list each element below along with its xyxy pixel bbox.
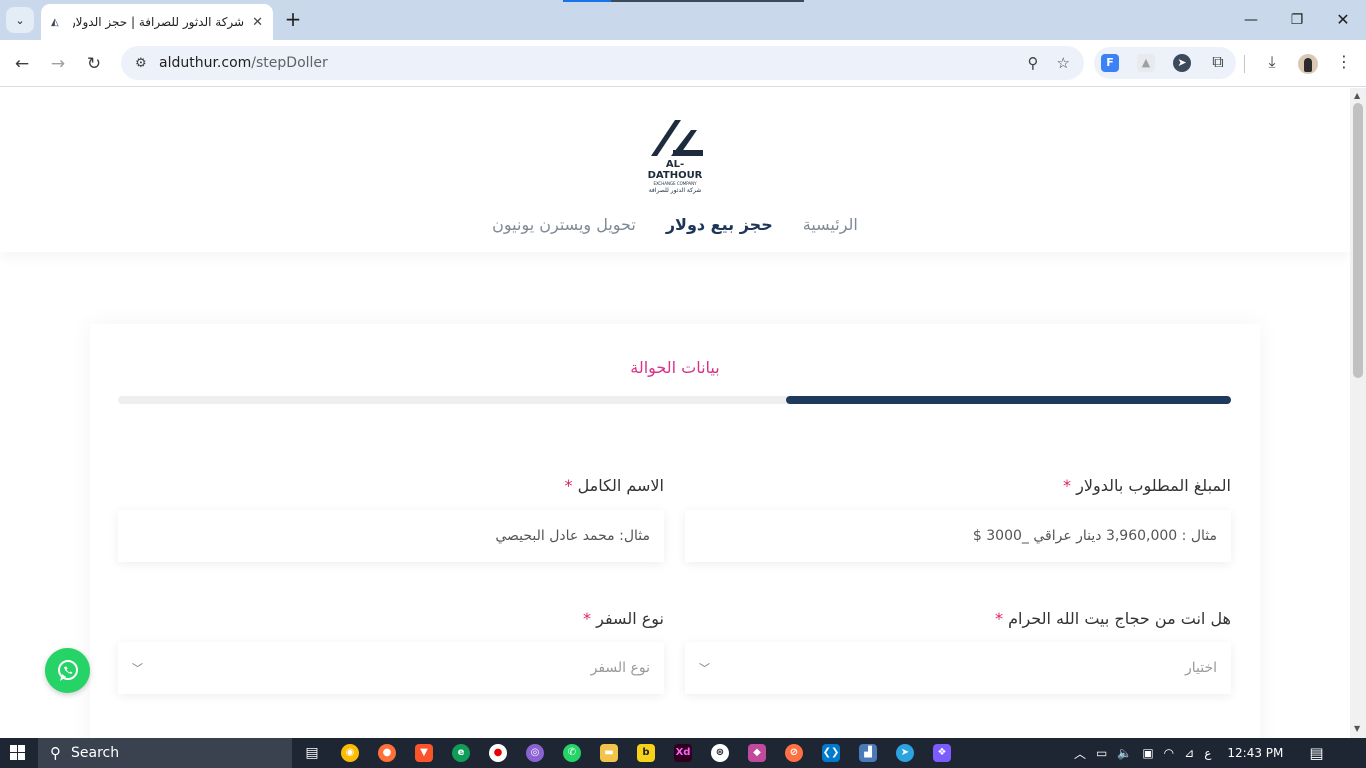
chevron-down-icon: ⌄ (15, 13, 25, 27)
chevron-up-icon[interactable]: ︿ (1074, 745, 1086, 762)
telegram-icon[interactable]: ➤ (896, 744, 914, 762)
chevron-down-icon: ﹀ (132, 662, 143, 675)
copilot-icon[interactable]: ❖ (933, 744, 951, 762)
logo-mark-icon (651, 120, 703, 156)
whatsapp-button[interactable] (45, 648, 90, 693)
new-tab-button[interactable]: + (282, 8, 304, 32)
download-icon[interactable]: ⤓ (1261, 50, 1283, 74)
nav-item-western-union[interactable]: تحويل ويسترن يونيون (492, 212, 636, 242)
scrollbar-thumb[interactable] (1353, 103, 1363, 378)
tab-search-button[interactable]: ⌄ (6, 7, 34, 33)
task-view-icon[interactable]: ▤ (303, 744, 321, 762)
firefox-icon[interactable]: ● (378, 744, 396, 762)
tab-title: شركة الدثور للصرافة | حجز الدولار (73, 15, 245, 29)
main-nav: الرئيسية حجز بيع دولار تحويل ويسترن يوني… (0, 212, 1350, 242)
full-name-input[interactable]: مثال: محمد عادل البحيصي (118, 510, 664, 562)
language-indicator[interactable]: ع (1204, 746, 1211, 760)
adobe-xd-icon[interactable]: Xd (674, 744, 692, 762)
profile-avatar[interactable] (1298, 54, 1318, 74)
scroll-up-icon[interactable]: ▲ (1354, 91, 1360, 100)
zoom-icon[interactable]: ⚲ (1028, 54, 1039, 72)
site-settings-icon[interactable]: ⚙ (135, 56, 157, 71)
taskbar-search[interactable]: ⚲ Search (38, 738, 292, 768)
bing-icon[interactable]: b (637, 744, 655, 762)
step-progress-bar (118, 396, 1231, 404)
close-window-button[interactable]: ✕ (1327, 6, 1359, 34)
minimize-button[interactable]: — (1235, 6, 1267, 34)
travel-type-label: نوع السفر * (583, 609, 664, 628)
page-viewport: AL-DATHOUR EXCHANGE COMPANY شركة الدثور … (0, 88, 1350, 738)
battery-icon[interactable]: ▭ (1096, 746, 1107, 760)
clock[interactable]: 12:43 PM (1227, 746, 1283, 760)
toolbar-divider (1244, 55, 1245, 73)
vscode-icon[interactable]: ❮❯ (822, 744, 840, 762)
site-header: AL-DATHOUR EXCHANGE COMPANY شركة الدثور … (0, 88, 1350, 252)
logo-arabic: شركة الدثور للصرافة (648, 187, 702, 194)
browser-toolbar: ← → ↻ ⚙ alduthur.com/stepDoller ⚲ ☆ F ▲ … (0, 40, 1366, 87)
url-text[interactable]: alduthur.com/stepDoller (159, 55, 1010, 71)
wifi-icon[interactable]: ◠ (1164, 746, 1174, 760)
app-shortcut-icon[interactable]: ▟ (859, 744, 877, 762)
brave-icon[interactable]: ▼ (415, 744, 433, 762)
github-icon[interactable]: ◎ (526, 744, 544, 762)
windows-taskbar: ⚲ Search ▤ ◉ ● ▼ e ● ◎ ✆ ▬ b Xd ⊛ ◆ ⊘ ❮❯… (0, 738, 1366, 768)
chrome-icon[interactable]: ◉ (335, 738, 365, 768)
volume-icon[interactable]: 🔈 (1117, 746, 1132, 760)
input-icon[interactable]: ▣ (1142, 746, 1153, 760)
system-tray: ︿ ▭ 🔈 ▣ ◠ ⊿ ع 12:43 PM ▤ (1074, 738, 1366, 768)
site-favicon-icon: ◭ (51, 16, 59, 28)
network-icon[interactable]: ⊿ (1184, 746, 1194, 760)
pilgrim-label: هل انت من حجاج بيت الله الحرام * (995, 609, 1231, 628)
nav-item-home[interactable]: الرئيسية (803, 212, 858, 242)
edge-icon[interactable]: e (452, 744, 470, 762)
scroll-down-icon[interactable]: ▼ (1354, 724, 1360, 733)
search-icon: ⚲ (50, 744, 61, 762)
close-tab-icon[interactable]: ✕ (252, 15, 263, 30)
restore-button[interactable]: ❐ (1281, 6, 1313, 34)
full-name-label: الاسم الكامل * (564, 476, 664, 495)
extension-translate-icon[interactable]: F (1101, 54, 1119, 72)
forward-button[interactable]: → (46, 52, 70, 76)
reload-button[interactable]: ↻ (82, 52, 106, 76)
postman-icon[interactable]: ⊘ (785, 744, 803, 762)
whatsapp-icon (57, 659, 78, 681)
bookmark-star-icon[interactable]: ☆ (1057, 54, 1070, 72)
back-button[interactable]: ← (10, 52, 34, 76)
menu-kebab-icon[interactable]: ⋮ (1333, 50, 1355, 74)
logo-name: AL-DATHOUR (647, 159, 703, 181)
chevron-down-icon: ﹀ (699, 662, 710, 675)
amount-label: المبلغ المطلوب بالدولار * (1063, 476, 1231, 495)
app-pink-icon[interactable]: ◆ (748, 744, 766, 762)
site-logo[interactable]: AL-DATHOUR EXCHANGE COMPANY شركة الدثور … (640, 118, 710, 194)
record-icon[interactable]: ● (489, 744, 507, 762)
app-circle-icon[interactable]: ⊛ (711, 744, 729, 762)
whatsapp-app-icon[interactable]: ✆ (563, 744, 581, 762)
pilgrim-select[interactable]: اختيار ﹀ (685, 642, 1231, 694)
travel-type-select[interactable]: نوع السفر ﹀ (118, 642, 664, 694)
notifications-icon[interactable]: ▤ (1309, 744, 1323, 762)
tab-loading-indicator (563, 0, 804, 2)
file-explorer-icon[interactable]: ▬ (600, 744, 618, 762)
extension-drive-icon[interactable]: ▲ (1137, 54, 1155, 72)
page-scrollbar[interactable]: ▲ ▼ (1350, 88, 1366, 738)
address-bar[interactable]: ⚙ alduthur.com/stepDoller ⚲ ☆ (121, 46, 1084, 80)
windows-start-icon[interactable] (10, 745, 26, 761)
extension-cursor-icon[interactable]: ➤ (1173, 54, 1191, 72)
nav-item-book-dollar[interactable]: حجز بيع دولار (666, 212, 773, 242)
amount-input[interactable]: مثال : 3,960,000 دينار عراقي _3000 $ (685, 510, 1231, 562)
browser-tab-strip: ⌄ ◭ شركة الدثور للصرافة | حجز الدولار ✕ … (0, 0, 1366, 40)
step-progress-fill (785, 396, 1231, 404)
booking-form-card: بيانات الحوالة المبلغ المطلوب بالدولار *… (90, 324, 1260, 738)
browser-tab[interactable]: ◭ شركة الدثور للصرافة | حجز الدولار ✕ (41, 4, 273, 40)
step-title: بيانات الحوالة (630, 358, 720, 377)
extensions-puzzle-icon[interactable]: ⧉ (1207, 50, 1229, 74)
